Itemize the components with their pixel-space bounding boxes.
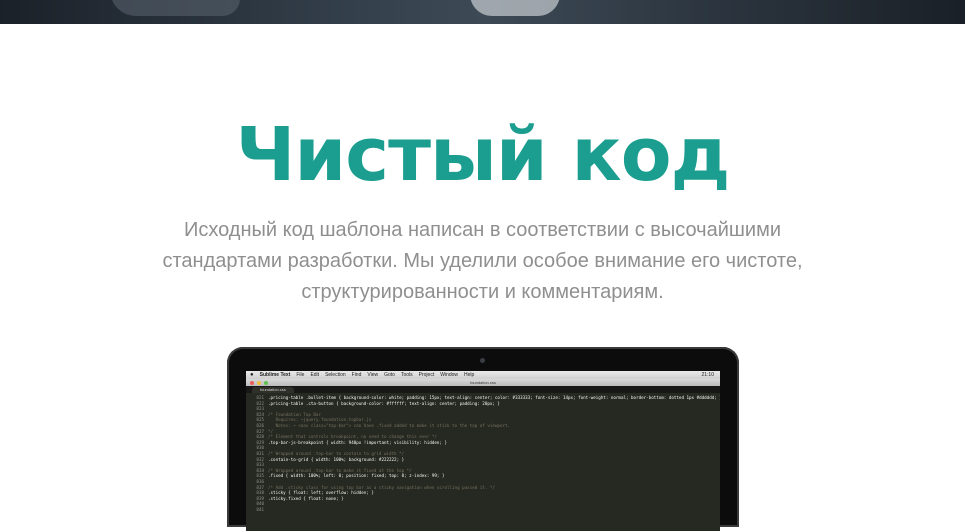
banner-hand-shape bbox=[110, 0, 240, 16]
editor-titlebar: foundation.css bbox=[246, 379, 720, 386]
code-text: .contain-to-grid { width: 100%; backgrou… bbox=[268, 456, 405, 462]
menubar-item-project: Project bbox=[418, 372, 435, 378]
code-text: .top-bar-js-breakpoint { width: 940px !i… bbox=[268, 439, 447, 445]
editor-tabbar: foundation.css bbox=[246, 386, 720, 393]
code-line: 841 bbox=[246, 507, 720, 513]
line-number: 841 bbox=[256, 506, 264, 512]
menubar-item-find: Find bbox=[351, 372, 362, 378]
code-text: Notes: ~ <nav class="top-bar"> can have … bbox=[268, 422, 511, 428]
description-line: структурированности и комментариям. bbox=[301, 281, 664, 303]
mac-menubar: ● Sublime Text File Edit Selection Find … bbox=[246, 371, 720, 379]
code-text: .pricing-table .cta-button { background-… bbox=[268, 400, 500, 406]
editor-tab: foundation.css bbox=[252, 387, 294, 393]
menubar-item-edit: Edit bbox=[310, 372, 320, 378]
menubar-item-help: Help bbox=[464, 372, 475, 378]
description-line: Исходный код шаблона написан в соответст… bbox=[183, 219, 782, 241]
code-text: .fixed { width: 100%; left: 0; position:… bbox=[268, 473, 445, 479]
description-line: стандартами разработки. Мы уделили особо… bbox=[162, 250, 803, 272]
laptop-mockup: ● Sublime Text File Edit Selection Find … bbox=[227, 347, 739, 531]
menubar-item-view: View bbox=[367, 372, 379, 378]
apple-icon: ● bbox=[250, 372, 254, 378]
code-text: .sticky.fixed { float: none; } bbox=[268, 495, 344, 501]
banner-cup-shape bbox=[470, 0, 560, 16]
code-area: 821 .pricing-table .bullet-item { backgro… bbox=[246, 393, 720, 512]
section-heading: Чистый код bbox=[235, 112, 731, 198]
menubar-item-tools: Tools bbox=[400, 372, 413, 378]
menubar-item-goto: Goto bbox=[384, 372, 395, 378]
menubar-clock: 21:10 bbox=[701, 372, 714, 378]
window-title: foundation.css bbox=[470, 380, 496, 385]
menubar-item-window: Window bbox=[440, 372, 459, 378]
menubar-item-file: File bbox=[296, 372, 305, 378]
laptop-camera bbox=[480, 358, 485, 363]
section-description: Исходный код шаблона написан в соответст… bbox=[120, 215, 845, 308]
laptop-screen: ● Sublime Text File Edit Selection Find … bbox=[246, 371, 720, 531]
menubar-item-selection: Selection bbox=[325, 372, 346, 378]
menubar-app-name: Sublime Text bbox=[259, 372, 291, 378]
top-banner-photo bbox=[0, 0, 965, 24]
